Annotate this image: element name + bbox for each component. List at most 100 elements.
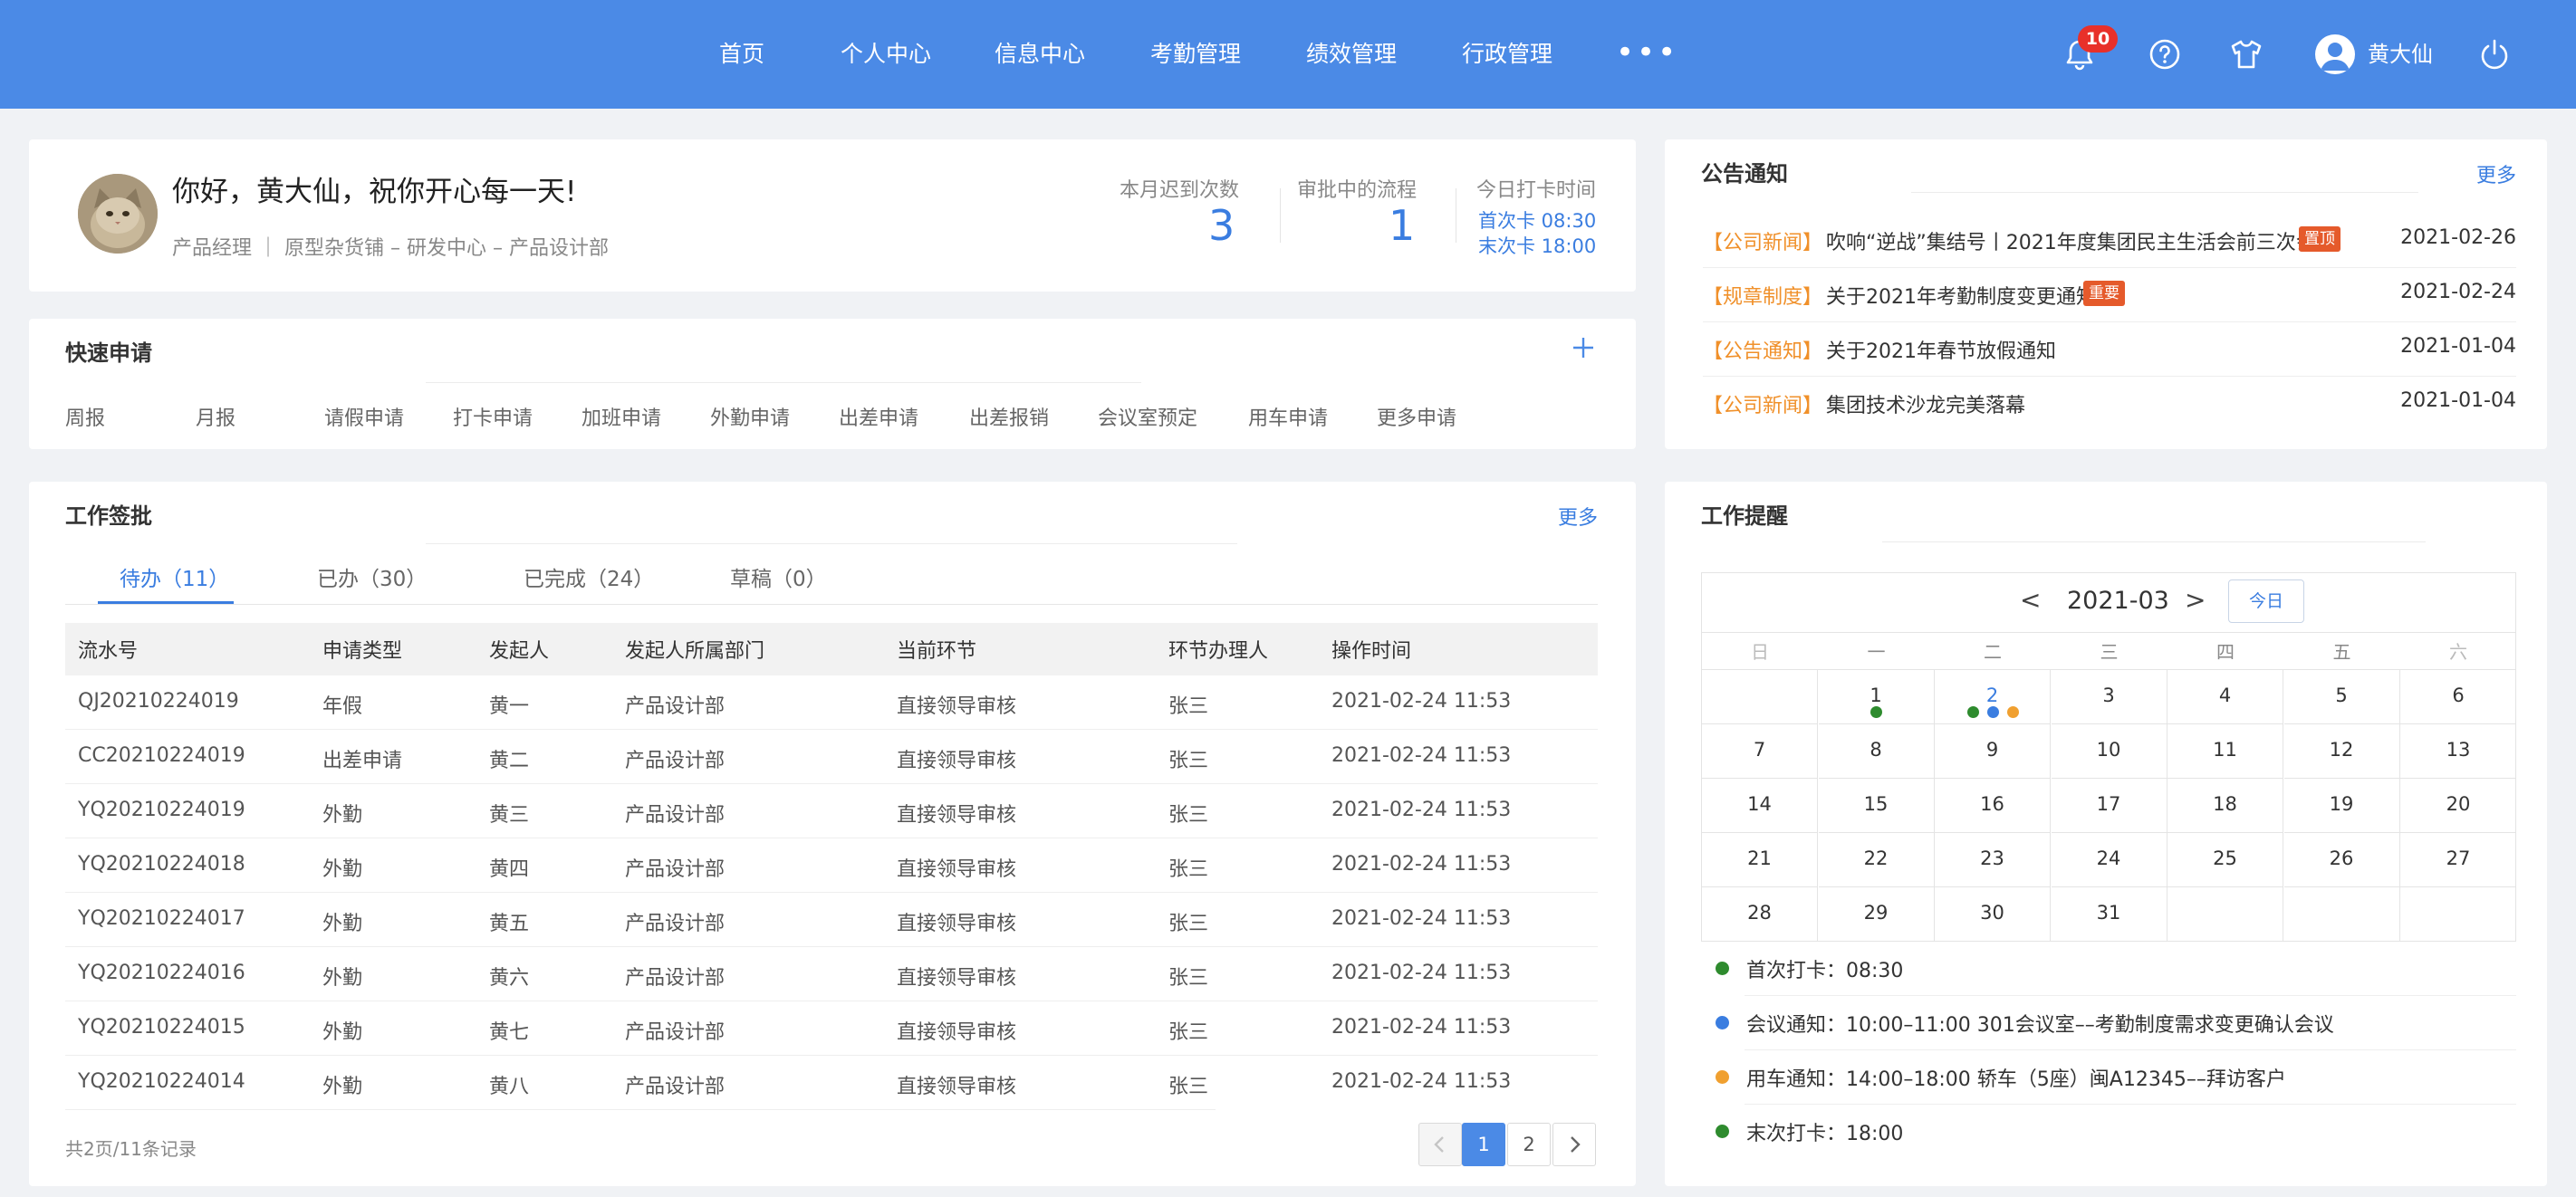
today-button[interactable]: 今日 [2228, 579, 2304, 623]
column-header[interactable]: 流水号 [78, 635, 138, 664]
table-row[interactable]: YQ20210224015 外勤 黄七 产品设计部 直接领导审核 张三 2021-02-24… [65, 1001, 1598, 1056]
theme-shirt-icon[interactable] [2228, 36, 2264, 72]
next-page-button[interactable] [1552, 1123, 1596, 1166]
column-header[interactable]: 环节办理人 [1168, 635, 1268, 664]
tab-completed[interactable]: 已完成（24） [524, 561, 654, 592]
page-button-2[interactable]: 2 [1507, 1123, 1551, 1166]
add-icon[interactable] [1571, 335, 1596, 360]
table-row[interactable]: YQ20210224014 外勤 黄八 产品设计部 直接领导审核 张三 2021-02-24… [65, 1056, 1598, 1110]
calendar-day-cell[interactable]: 12 [2283, 724, 2400, 779]
quick-item-business-trip[interactable]: 出差申请 [839, 402, 918, 431]
column-header[interactable]: 申请类型 [322, 635, 402, 664]
column-header[interactable]: 操作时间 [1331, 635, 1411, 664]
reminder-item[interactable]: 会议通知：10:00–11:00 301会议室––考勤制度需求变更确认会议 [1701, 996, 2516, 1050]
notice-date: 2021-02-24 [2400, 281, 2516, 303]
notice-title[interactable]: 关于2021年春节放假通知 [1826, 335, 2056, 364]
late-count-value[interactable]: 3 [1208, 201, 1235, 250]
quick-item-field-work[interactable]: 外勤申请 [710, 402, 790, 431]
notices-more-link[interactable]: 更多 [2476, 159, 2516, 188]
quick-item-weekly-report[interactable]: 周报 [65, 402, 105, 431]
nav-item-performance[interactable]: 绩效管理 [1306, 0, 1397, 109]
reminder-item[interactable]: 末次打卡：18:00 [1701, 1105, 2516, 1159]
approving-value[interactable]: 1 [1389, 201, 1415, 250]
tab-todo[interactable]: 待办（11） [120, 561, 229, 592]
username-label[interactable]: 黄大仙 [2368, 0, 2433, 109]
calendar-day-cell[interactable]: 9 [1935, 724, 2051, 779]
calendar-day-cell[interactable]: 6 [2400, 670, 2516, 724]
calendar-day-cell[interactable]: 5 [2283, 670, 2400, 724]
calendar-day-cell[interactable]: 25 [2167, 833, 2283, 887]
calendar-day-cell[interactable]: 1 [1818, 670, 1935, 724]
calendar-day-cell[interactable]: 10 [2051, 724, 2167, 779]
calendar-day-cell[interactable]: 29 [1819, 887, 1935, 942]
calendar-day-cell[interactable]: 19 [2283, 779, 2400, 833]
column-header[interactable]: 当前环节 [897, 635, 976, 664]
quick-item-overtime[interactable]: 加班申请 [582, 402, 661, 431]
calendar-day-cell[interactable]: 4 [2167, 670, 2283, 724]
notice-title[interactable]: 集团技术沙龙完美落幕 [1826, 389, 2025, 418]
nav-more-icon[interactable]: ••• [1616, 33, 1678, 72]
notice-item[interactable]: 【规章制度】 关于2021年考勤制度变更通知 重要 2021-02-24 [1703, 268, 2516, 322]
calendar-day-cell[interactable]: 27 [2400, 833, 2516, 887]
nav-item-administration[interactable]: 行政管理 [1462, 0, 1552, 109]
calendar-day-cell[interactable]: 23 [1935, 833, 2051, 887]
table-row[interactable]: QJ20210224019 年假 黄一 产品设计部 直接领导审核 张三 2021-02-24… [65, 675, 1598, 730]
power-logout-icon[interactable] [2476, 36, 2513, 72]
calendar-day-cell[interactable]: 20 [2400, 779, 2516, 833]
reminder-item[interactable]: 首次打卡：08:30 [1701, 942, 2516, 996]
notice-item[interactable]: 【公司新闻】 吹响“逆战”集结号丨2021年度集团民主生活会前三次会议 置顶 2021… [1703, 214, 2516, 268]
quick-item-vehicle[interactable]: 用车申请 [1248, 402, 1328, 431]
notice-item[interactable]: 【公告通知】 关于2021年春节放假通知 2021-01-04 [1703, 322, 2516, 377]
help-icon[interactable] [2147, 36, 2183, 72]
quick-item-monthly-report[interactable]: 月报 [196, 402, 235, 431]
calendar-day-cell[interactable]: 18 [2167, 779, 2283, 833]
calendar-day-cell[interactable]: 22 [1818, 833, 1935, 887]
calendar-day-cell[interactable]: 17 [2051, 779, 2167, 833]
column-header[interactable]: 发起人所属部门 [625, 635, 764, 664]
prev-page-button[interactable] [1418, 1123, 1462, 1166]
calendar-day-cell[interactable]: 28 [1702, 887, 1818, 942]
page-button-1[interactable]: 1 [1462, 1123, 1505, 1166]
calendar-next-button[interactable]: > [2185, 585, 2206, 615]
nav-item-info-center[interactable]: 信息中心 [995, 0, 1085, 109]
calendar-day-cell[interactable]: 24 [2051, 833, 2167, 887]
calendar-day-cell[interactable]: 2 [1935, 670, 2051, 724]
tab-drafts[interactable]: 草稿（0） [730, 561, 827, 592]
calendar-day-cell[interactable]: 16 [1935, 779, 2051, 833]
calendar-day-cell[interactable]: 15 [1818, 779, 1935, 833]
apply-type-cell: 外勤 [322, 967, 363, 990]
table-row[interactable]: YQ20210224016 外勤 黄六 产品设计部 直接领导审核 张三 2021-02-24… [65, 947, 1598, 1001]
calendar-day-cell[interactable]: 7 [1702, 724, 1818, 779]
user-avatar-icon[interactable] [2315, 34, 2355, 74]
calendar-day-cell[interactable]: 21 [1702, 833, 1818, 887]
calendar-day-cell[interactable]: 31 [2052, 887, 2167, 942]
calendar-day-cell[interactable]: 8 [1818, 724, 1935, 779]
nav-item-personal-center[interactable]: 个人中心 [841, 0, 931, 109]
calendar-day-cell[interactable]: 13 [2400, 724, 2516, 779]
tab-done[interactable]: 已办（30） [317, 561, 427, 592]
table-row[interactable]: CC20210224019 出差申请 黄二 产品设计部 直接领导审核 张三 2021-02-… [65, 730, 1598, 784]
notice-item[interactable]: 【公司新闻】 集团技术沙龙完美落幕 2021-01-04 [1703, 377, 2516, 431]
notice-title[interactable]: 吹响“逆战”集结号丨2021年度集团民主生活会前三次会议 [1826, 226, 2306, 255]
notice-title[interactable]: 关于2021年考勤制度变更通知 [1826, 281, 2091, 310]
quick-item-meeting-room[interactable]: 会议室预定 [1098, 402, 1197, 431]
approval-more-link[interactable]: 更多 [1558, 502, 1598, 531]
approving-label: 审批中的流程 [1297, 179, 1418, 202]
quick-item-more[interactable]: 更多申请 [1377, 402, 1456, 431]
calendar-day-cell[interactable]: 14 [1702, 779, 1818, 833]
calendar-day-cell[interactable]: 11 [2167, 724, 2283, 779]
calendar-day-cell[interactable]: 3 [2051, 670, 2167, 724]
nav-item-attendance[interactable]: 考勤管理 [1150, 0, 1241, 109]
nav-item-home[interactable]: 首页 [719, 0, 764, 109]
calendar-day-cell[interactable]: 26 [2283, 833, 2400, 887]
calendar-day-cell[interactable]: 30 [1935, 887, 2051, 942]
quick-item-trip-reimbursement[interactable]: 出差报销 [969, 402, 1049, 431]
calendar-prev-button[interactable]: < [2020, 585, 2041, 615]
table-row[interactable]: YQ20210224018 外勤 黄四 产品设计部 直接领导审核 张三 2021-02-24… [65, 838, 1598, 893]
table-row[interactable]: YQ20210224017 外勤 黄五 产品设计部 直接领导审核 张三 2021-02-24… [65, 893, 1598, 947]
quick-item-punch[interactable]: 打卡申请 [453, 402, 533, 431]
column-header[interactable]: 发起人 [489, 635, 549, 664]
quick-item-leave[interactable]: 请假申请 [324, 402, 404, 431]
table-row[interactable]: YQ20210224019 外勤 黄三 产品设计部 直接领导审核 张三 2021-02-24… [65, 784, 1598, 838]
reminder-item[interactable]: 用车通知：14:00–18:00 轿车（5座）闽A12345––拜访客户 [1701, 1050, 2516, 1105]
